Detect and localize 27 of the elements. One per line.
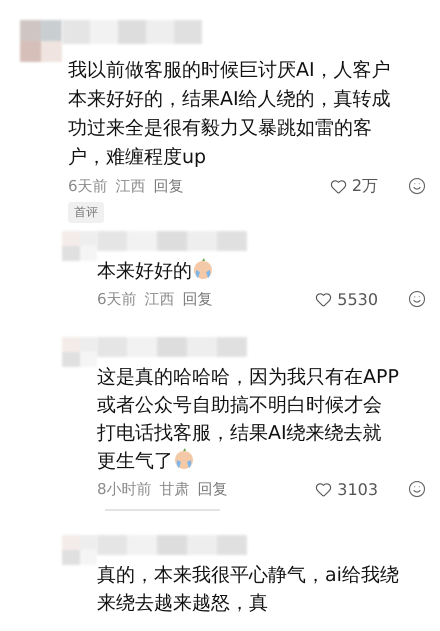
- blurred-avatar: [62, 231, 97, 261]
- comment-region: 江西: [116, 176, 146, 196]
- comment-text: 我以前做客服的时候巨讨厌AI，人客户 本来好好的，结果AI给人绕的，真转成 功过来全是很有毅力又暴跳如雷的客 户，难缠程度up: [67, 58, 392, 170]
- blurred-avatar: [62, 337, 97, 367]
- comment-text: 本来好好的: [97, 257, 426, 285]
- emoji-button[interactable]: [408, 480, 426, 498]
- heart-icon: [315, 480, 332, 498]
- comment-time: 6天前: [97, 290, 137, 308]
- comment-region: 甘肃: [160, 480, 190, 498]
- reply-link[interactable]: 回复: [198, 480, 228, 498]
- comment-time: 8小时前: [97, 480, 152, 498]
- reply-link[interactable]: 回复: [182, 290, 213, 308]
- like-button[interactable]: 3103: [315, 480, 378, 498]
- comment-region: 江西: [144, 290, 175, 308]
- comment-text: 这是真的哈哈哈，因为我只有在APP 或者公众号自助搞不明白时候才会 打电话找客服，结果AI绕来绕去就 更生气了: [97, 365, 400, 474]
- blurred-avatar: [62, 535, 97, 565]
- like-button[interactable]: 2万: [330, 176, 378, 196]
- heart-icon: [330, 178, 347, 194]
- reply-link[interactable]: 回复: [154, 176, 184, 196]
- emoji-button[interactable]: [408, 177, 426, 195]
- blurred-avatar: [20, 20, 62, 62]
- heart-icon: [315, 290, 332, 308]
- emoji-button[interactable]: [408, 290, 426, 308]
- comment-time: 6天前: [68, 176, 108, 196]
- like-button[interactable]: 5530: [315, 290, 378, 308]
- comment-text: 真的，本来我很平心静气，ai给我绕 来绕去越来越怒，真: [97, 563, 400, 616]
- first-comment-tag: 首评: [68, 202, 104, 223]
